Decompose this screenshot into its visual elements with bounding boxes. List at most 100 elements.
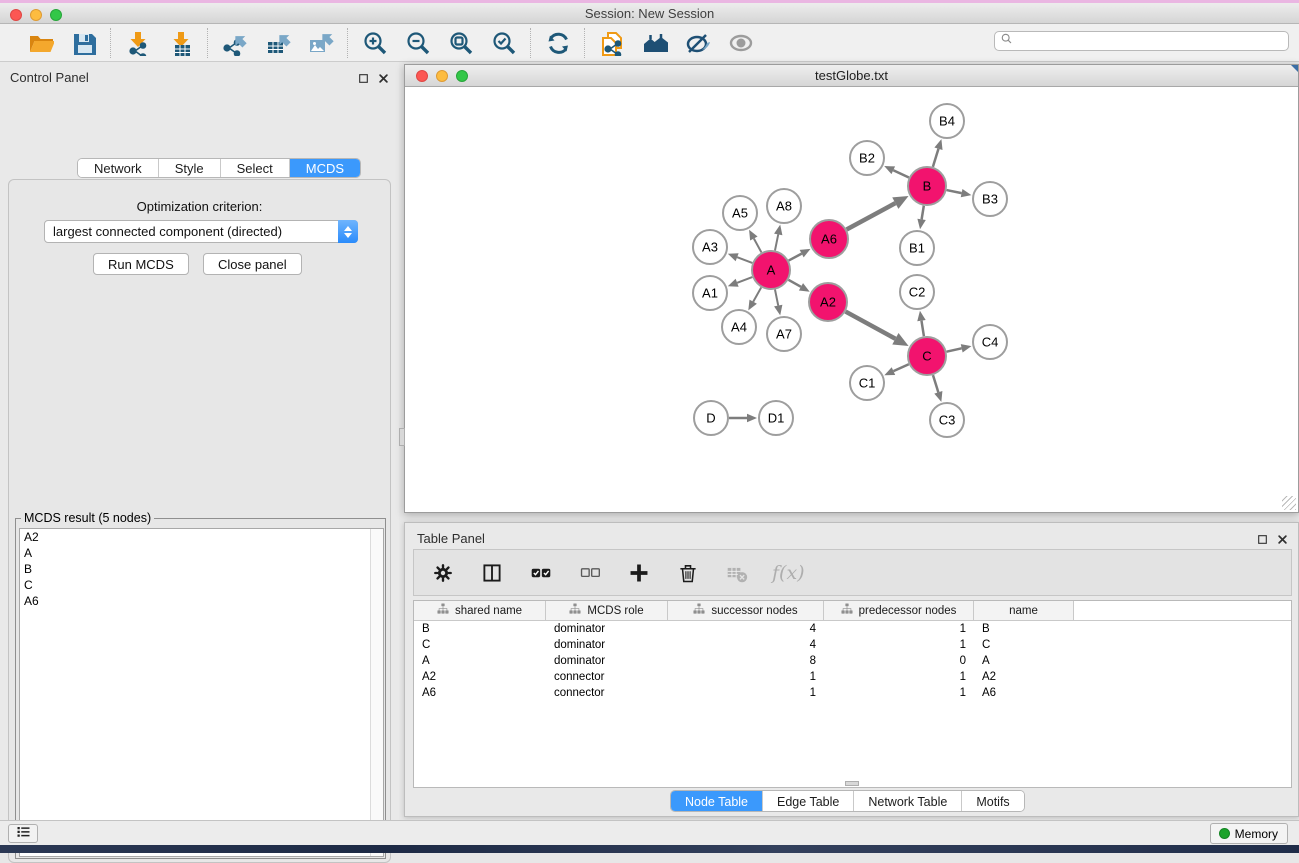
graph-node-A1[interactable]: A1 bbox=[693, 276, 727, 310]
table-row[interactable]: Bdominator41B bbox=[414, 621, 1291, 637]
column-header-predecessor-nodes[interactable]: predecessor nodes bbox=[824, 601, 974, 620]
graph-node-A2[interactable]: A2 bbox=[809, 283, 847, 321]
memory-button[interactable]: Memory bbox=[1210, 823, 1288, 844]
table-row[interactable]: A2connector11A2 bbox=[414, 669, 1291, 685]
style-details-icon[interactable] bbox=[684, 29, 711, 56]
mcds-result-item[interactable]: A2 bbox=[20, 529, 383, 545]
mcds-result-item[interactable]: A6 bbox=[20, 593, 383, 609]
svg-text:C1: C1 bbox=[859, 376, 876, 391]
clone-network-icon[interactable] bbox=[598, 29, 625, 56]
search-input[interactable] bbox=[1017, 34, 1288, 48]
vertical-split-handle[interactable] bbox=[399, 428, 405, 446]
open-folder-icon[interactable] bbox=[27, 29, 54, 56]
table-row[interactable]: A6connector11A6 bbox=[414, 685, 1291, 701]
zoom-selected-icon[interactable] bbox=[490, 29, 517, 56]
import-table-icon[interactable] bbox=[167, 29, 194, 56]
search-field[interactable] bbox=[994, 31, 1289, 51]
table-tab-edge-table[interactable]: Edge Table bbox=[763, 791, 854, 811]
tab-network[interactable]: Network bbox=[78, 159, 159, 177]
svg-text:A3: A3 bbox=[702, 240, 718, 255]
network-window-titlebar[interactable]: testGlobe.txt bbox=[405, 65, 1298, 87]
table-tab-node-table[interactable]: Node Table bbox=[671, 791, 763, 811]
home-icon[interactable] bbox=[641, 29, 668, 56]
svg-text:A7: A7 bbox=[776, 327, 792, 342]
mcds-result-item[interactable]: A bbox=[20, 545, 383, 561]
svg-text:C3: C3 bbox=[939, 413, 956, 428]
save-icon[interactable] bbox=[70, 29, 97, 56]
graph-node-A3[interactable]: A3 bbox=[693, 230, 727, 264]
graph-node-C2[interactable]: C2 bbox=[900, 275, 934, 309]
graph-node-A5[interactable]: A5 bbox=[723, 196, 757, 230]
tab-select[interactable]: Select bbox=[221, 159, 290, 177]
network-window-title: testGlobe.txt bbox=[405, 68, 1298, 83]
zoom-fit-icon[interactable] bbox=[447, 29, 474, 56]
mcds-result-item[interactable]: B bbox=[20, 561, 383, 577]
app-titlebar: Session: New Session bbox=[0, 3, 1299, 24]
table-panel-title: Table Panel bbox=[417, 531, 485, 546]
export-network-icon[interactable] bbox=[221, 29, 248, 56]
graph-node-A6[interactable]: A6 bbox=[810, 220, 848, 258]
graph-node-A8[interactable]: A8 bbox=[767, 189, 801, 223]
close-panel-icon[interactable] bbox=[378, 71, 389, 89]
select-all-icon[interactable] bbox=[527, 559, 554, 586]
column-header-successor-nodes[interactable]: successor nodes bbox=[668, 601, 824, 620]
mcds-result-title: MCDS result (5 nodes) bbox=[21, 511, 154, 525]
graph-node-A4[interactable]: A4 bbox=[722, 310, 756, 344]
network-graph[interactable]: B4 B2 B B3 A8 A5 A6 B1 A3 A C2 A1 A2 A4 A7 C4 C C1 C3 D D1 bbox=[406, 88, 1297, 512]
table-row[interactable]: Cdominator41C bbox=[414, 637, 1291, 653]
table-row[interactable]: Adominator80A bbox=[414, 653, 1291, 669]
graph-node-D[interactable]: D bbox=[694, 401, 728, 435]
graph-node-B[interactable]: B bbox=[908, 167, 946, 205]
column-header-name[interactable]: name bbox=[974, 601, 1074, 620]
trash-icon[interactable] bbox=[674, 559, 701, 586]
float-panel-icon[interactable] bbox=[358, 71, 369, 89]
graph-node-C3[interactable]: C3 bbox=[930, 403, 964, 437]
gear-icon[interactable] bbox=[429, 559, 456, 586]
network-view-window: testGlobe.txt B4 B2 B B3 A8 A5 A6 B1 A3 A C2 A1 A2 A4… bbox=[404, 64, 1299, 513]
graph-node-A7[interactable]: A7 bbox=[767, 317, 801, 351]
memory-label: Memory bbox=[1235, 827, 1278, 841]
toolbar-group bbox=[208, 29, 347, 56]
graph-node-C[interactable]: C bbox=[908, 337, 946, 375]
run-mcds-button[interactable]: Run MCDS bbox=[93, 253, 189, 275]
graph-node-B1[interactable]: B1 bbox=[900, 231, 934, 265]
delete-table-icon[interactable] bbox=[723, 559, 750, 586]
add-icon[interactable] bbox=[625, 559, 652, 586]
zoom-out-icon[interactable] bbox=[404, 29, 431, 56]
mcds-result-item[interactable]: C bbox=[20, 577, 383, 593]
table-panel-header: Table Panel bbox=[405, 529, 1298, 547]
close-table-panel-icon[interactable] bbox=[1277, 532, 1288, 550]
table-tab-motifs[interactable]: Motifs bbox=[962, 791, 1023, 811]
graph-node-C4[interactable]: C4 bbox=[973, 325, 1007, 359]
close-panel-button[interactable]: Close panel bbox=[203, 253, 302, 275]
graph-node-B2[interactable]: B2 bbox=[850, 141, 884, 175]
graph-node-B3[interactable]: B3 bbox=[973, 182, 1007, 216]
graph-node-C1[interactable]: C1 bbox=[850, 366, 884, 400]
optimization-criterion-select[interactable]: largest connected component (directed) bbox=[44, 220, 358, 243]
resize-grip-icon[interactable] bbox=[1282, 496, 1296, 510]
frame-corner-decoration bbox=[1291, 65, 1298, 72]
mcds-result-list[interactable]: A2ABCA6 bbox=[19, 528, 384, 857]
deselect-all-icon[interactable] bbox=[576, 559, 603, 586]
column-header-MCDS-role[interactable]: MCDS role bbox=[546, 601, 668, 620]
result-scrollbar[interactable] bbox=[370, 529, 383, 856]
table-tab-network-table[interactable]: Network Table bbox=[854, 791, 962, 811]
float-table-panel-icon[interactable] bbox=[1257, 532, 1268, 550]
graph-node-A[interactable]: A bbox=[752, 251, 790, 289]
graph-node-B4[interactable]: B4 bbox=[930, 104, 964, 138]
tab-style[interactable]: Style bbox=[159, 159, 221, 177]
show-panels-button[interactable] bbox=[8, 824, 38, 843]
refresh-icon[interactable] bbox=[544, 29, 571, 56]
import-network-icon[interactable] bbox=[124, 29, 151, 56]
zoom-in-icon[interactable] bbox=[361, 29, 388, 56]
column-header-shared-name[interactable]: shared name bbox=[414, 601, 546, 620]
column-icon[interactable] bbox=[478, 559, 505, 586]
horizontal-split-handle[interactable] bbox=[845, 781, 859, 786]
tab-mcds[interactable]: MCDS bbox=[290, 159, 360, 177]
export-table-icon[interactable] bbox=[264, 29, 291, 56]
network-canvas[interactable]: B4 B2 B B3 A8 A5 A6 B1 A3 A C2 A1 A2 A4 A7 C4 C C1 C3 D D1 bbox=[406, 88, 1297, 512]
export-image-icon[interactable] bbox=[307, 29, 334, 56]
graph-node-D1[interactable]: D1 bbox=[759, 401, 793, 435]
function-builder-icon: f(x) bbox=[772, 562, 805, 584]
birdseye-icon[interactable] bbox=[727, 29, 754, 56]
